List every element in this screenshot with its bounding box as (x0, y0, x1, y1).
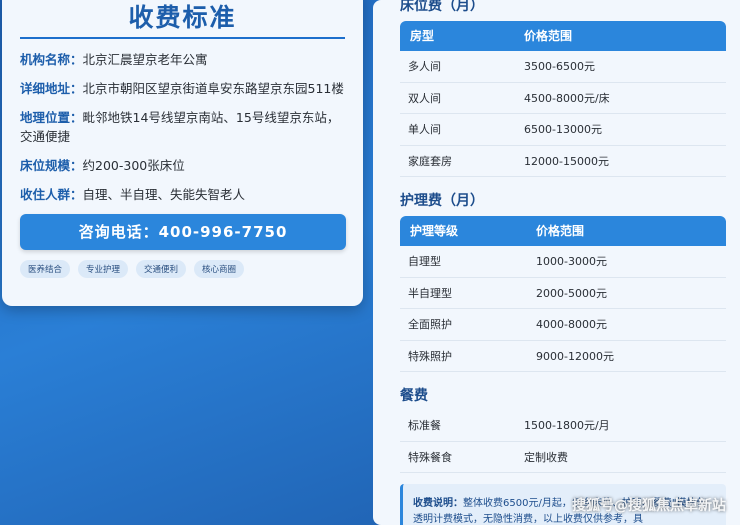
info-row-residents: 收住人群：自理、半自理、失能失智老人 (20, 187, 246, 202)
table-row: 特殊餐食 定制收费 (400, 442, 726, 473)
call-button[interactable]: 咨询电话：400-996-7750 (20, 214, 346, 250)
table-row: 全面照护 4000-8000元 (400, 309, 726, 341)
fee-card: 收费标准 机构名称：北京汇晨望京老年公寓 详细地址：北京市朝阳区望京街道阜安东路… (2, 0, 363, 306)
bed-fee-table: 房型 价格范围 多人间 3500-6500元 双人间 4500-8000元/床 单人… (400, 21, 726, 177)
table-header: 护理等级 价格范围 (400, 216, 726, 246)
care-fee-table: 护理等级 价格范围 自理型 1000-3000元 半自理型 2000-5000元 全… (400, 216, 726, 372)
table-header: 房型 价格范围 (400, 21, 726, 51)
table-row: 双人间 4500-8000元/床 (400, 83, 726, 114)
tag-list: 医养结合 专业护理 交通便利 核心商圈 (20, 260, 345, 278)
tag-item: 专业护理 (78, 260, 129, 278)
table-row: 自理型 1000-3000元 (400, 246, 726, 278)
tag-item: 交通便利 (136, 260, 187, 278)
table-row: 多人间 3500-6500元 (400, 51, 726, 83)
tag-item: 核心商圈 (194, 260, 245, 278)
bed-fee-heading: 床位费（月） (400, 0, 484, 14)
info-row-address: 详细地址：北京市朝阳区望京街道阜安东路望京东园511楼 (20, 81, 344, 96)
tag-item: 医养结合 (20, 260, 71, 278)
table-row: 标准餐 1500-1800元/月 (400, 410, 726, 442)
table-row: 单人间 6500-13000元 (400, 114, 726, 146)
price-panel: 床位费（月） 房型 价格范围 多人间 3500-6500元 双人间 4500-800… (373, 0, 740, 525)
info-row-beds: 床位规模：约200-300张床位 (20, 158, 185, 173)
page-title: 收费标准 (128, 3, 237, 32)
table-row: 家庭套房 12000-15000元 (400, 146, 726, 177)
meal-fee-heading: 餐费 (400, 388, 428, 404)
title-divider (20, 37, 345, 39)
table-row: 特殊照护 9000-12000元 (400, 341, 726, 372)
info-row-location: 地理位置：毗邻地铁14号线望京南站、15号线望京东站，交通便捷 (20, 110, 340, 144)
table-row: 半自理型 2000-5000元 (400, 278, 726, 309)
care-fee-heading: 护理费（月） (400, 193, 484, 209)
info-row-name: 机构名称：北京汇晨望京老年公寓 (20, 52, 208, 67)
watermark-text: 搜狐号@搜狐焦点卓新站 (572, 498, 726, 514)
meal-fee-table: 标准餐 1500-1800元/月 特殊餐食 定制收费 (400, 410, 726, 473)
